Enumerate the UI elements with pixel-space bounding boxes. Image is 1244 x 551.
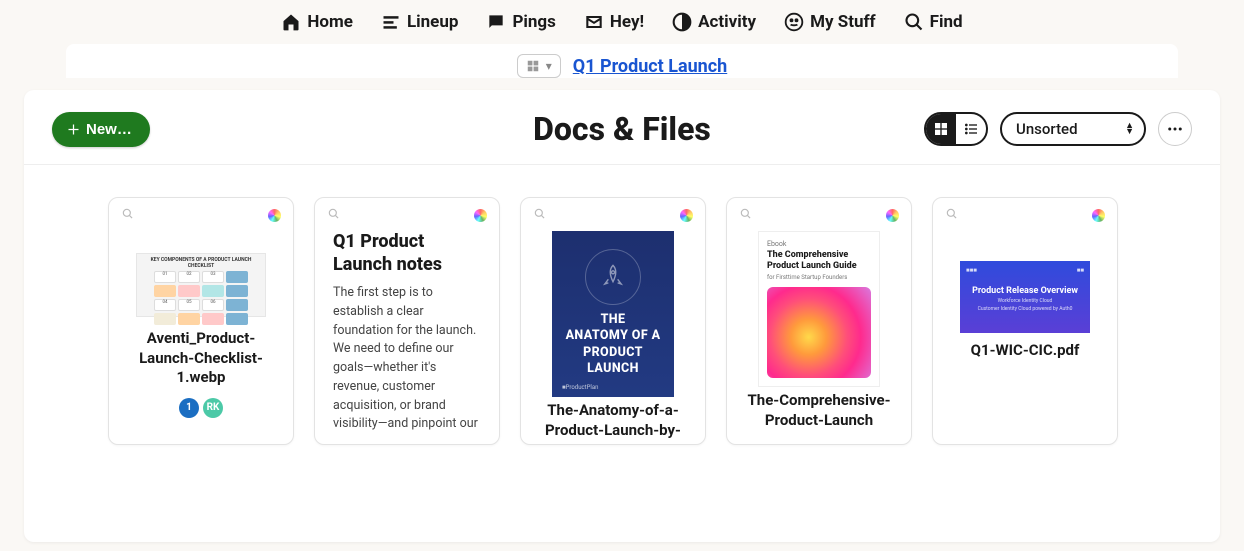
grid-icon bbox=[933, 121, 949, 137]
nav-mystuff[interactable]: My Stuff bbox=[784, 12, 876, 32]
nav-lineup[interactable]: Lineup bbox=[381, 12, 459, 32]
nav-label: Lineup bbox=[407, 12, 459, 32]
ellipsis-icon bbox=[1166, 120, 1184, 138]
new-button-label: New… bbox=[86, 121, 132, 138]
chevron-down-icon: ▾ bbox=[546, 59, 552, 73]
avatar[interactable]: RK bbox=[203, 398, 223, 418]
thumb-header: KEY COMPONENTS OF A PRODUCT LAUNCH CHECK… bbox=[140, 257, 262, 269]
zoom-icon[interactable] bbox=[533, 206, 547, 225]
note-title: Q1 Product Launch notes bbox=[323, 231, 491, 284]
thumb-brand: ■ProductPlan bbox=[562, 384, 664, 391]
file-title: Q1-WIC-CIC.pdf bbox=[941, 337, 1109, 361]
find-icon bbox=[904, 12, 924, 32]
thumb-sub: for Firsttime Startup Founders bbox=[767, 274, 871, 281]
thumb-text: PRODUCT LAUNCH bbox=[562, 345, 664, 378]
activity-icon bbox=[672, 12, 692, 32]
grid-small-icon bbox=[526, 59, 540, 73]
thumb-sub: Workforce Identity Cloud bbox=[966, 298, 1084, 304]
thumb-text: ANATOMY OF A bbox=[562, 328, 664, 344]
thumb-sub: Customer Identity Cloud powered by Auth0 bbox=[966, 306, 1084, 312]
note-card[interactable]: Q1 Product Launch notes The first step i… bbox=[314, 197, 500, 445]
nav-label: My Stuff bbox=[810, 12, 876, 32]
nav-label: Activity bbox=[698, 12, 756, 32]
mystuff-icon bbox=[784, 12, 804, 32]
main-panel: New… Docs & Files Unsorted ▲▼ bbox=[24, 90, 1220, 542]
thumb-text: THE bbox=[562, 312, 664, 328]
plus-icon bbox=[66, 122, 81, 137]
cards-row: KEY COMPONENTS OF A PRODUCT LAUNCH CHECK… bbox=[24, 165, 1220, 445]
nav-label: Pings bbox=[512, 12, 555, 32]
zoom-icon[interactable] bbox=[739, 206, 753, 225]
avatars: 1 RK bbox=[117, 398, 285, 418]
file-card[interactable]: THE ANATOMY OF A PRODUCT LAUNCH ■Product… bbox=[520, 197, 706, 445]
header-controls: Unsorted ▲▼ bbox=[924, 112, 1192, 146]
project-bar: ▾ Q1 Product Launch bbox=[66, 44, 1178, 78]
sort-select[interactable]: Unsorted ▲▼ bbox=[1000, 112, 1146, 146]
thumb-title: Product Release Overview bbox=[966, 286, 1084, 296]
hey-icon bbox=[584, 12, 604, 32]
avatar[interactable]: 1 bbox=[179, 398, 199, 418]
thumb-brand: ■■■ bbox=[966, 267, 977, 274]
nav-activity[interactable]: Activity bbox=[672, 12, 756, 32]
panel-header: New… Docs & Files Unsorted ▲▼ bbox=[24, 90, 1220, 165]
nav-home[interactable]: Home bbox=[281, 12, 353, 32]
gradient-image bbox=[767, 287, 871, 378]
home-icon bbox=[281, 12, 301, 32]
thumb-corner: ■■ bbox=[1077, 267, 1084, 274]
file-card[interactable]: ■■■■■ Product Release Overview Workforce… bbox=[932, 197, 1118, 445]
sort-value: Unsorted bbox=[1016, 120, 1078, 138]
color-circle-icon[interactable] bbox=[474, 209, 487, 222]
more-options-button[interactable] bbox=[1158, 112, 1192, 146]
page-title: Docs & Files bbox=[533, 110, 711, 148]
file-thumbnail: ■■■■■ Product Release Overview Workforce… bbox=[941, 261, 1109, 333]
rocket-icon bbox=[585, 249, 641, 305]
color-circle-icon[interactable] bbox=[886, 209, 899, 222]
file-title: Aventi_Product-Launch-Checklist-1.webp bbox=[117, 325, 285, 388]
nav-label: Hey! bbox=[610, 12, 644, 32]
note-body: The first step is to establish a clear f… bbox=[323, 284, 491, 436]
zoom-icon[interactable] bbox=[121, 206, 135, 225]
top-nav: Home Lineup Pings Hey! Activity My Stuff… bbox=[0, 0, 1244, 44]
view-toggle bbox=[924, 112, 988, 146]
zoom-icon[interactable] bbox=[945, 206, 959, 225]
file-thumbnail: Ebook The Comprehensive Product Launch G… bbox=[735, 231, 903, 387]
nav-pings[interactable]: Pings bbox=[486, 12, 555, 32]
list-view-button[interactable] bbox=[956, 114, 986, 144]
nav-hey[interactable]: Hey! bbox=[584, 12, 644, 32]
thumb-label: Ebook bbox=[767, 240, 871, 248]
file-card[interactable]: KEY COMPONENTS OF A PRODUCT LAUNCH CHECK… bbox=[108, 197, 294, 445]
file-thumbnail: THE ANATOMY OF A PRODUCT LAUNCH ■Product… bbox=[529, 231, 697, 397]
file-thumbnail: KEY COMPONENTS OF A PRODUCT LAUNCH CHECK… bbox=[117, 249, 285, 321]
grid-view-button[interactable] bbox=[926, 114, 956, 144]
file-title: The-Comprehensive-Product-Launch bbox=[735, 387, 903, 430]
card-view-switch[interactable]: ▾ bbox=[517, 54, 561, 78]
sort-arrows-icon: ▲▼ bbox=[1125, 123, 1134, 135]
project-link[interactable]: Q1 Product Launch bbox=[573, 56, 727, 77]
lineup-icon bbox=[381, 12, 401, 32]
file-title: The-Anatomy-of-a-Product-Launch-by- bbox=[529, 397, 697, 440]
pings-icon bbox=[486, 12, 506, 32]
color-circle-icon[interactable] bbox=[680, 209, 693, 222]
thumb-title: The Comprehensive Product Launch Guide bbox=[767, 250, 871, 272]
nav-find[interactable]: Find bbox=[904, 12, 963, 32]
nav-label: Find bbox=[930, 12, 963, 32]
color-circle-icon[interactable] bbox=[268, 209, 281, 222]
color-circle-icon[interactable] bbox=[1092, 209, 1105, 222]
list-icon bbox=[963, 121, 979, 137]
zoom-icon[interactable] bbox=[327, 206, 341, 225]
nav-label: Home bbox=[307, 12, 353, 32]
file-card[interactable]: Ebook The Comprehensive Product Launch G… bbox=[726, 197, 912, 445]
new-button[interactable]: New… bbox=[52, 112, 150, 147]
